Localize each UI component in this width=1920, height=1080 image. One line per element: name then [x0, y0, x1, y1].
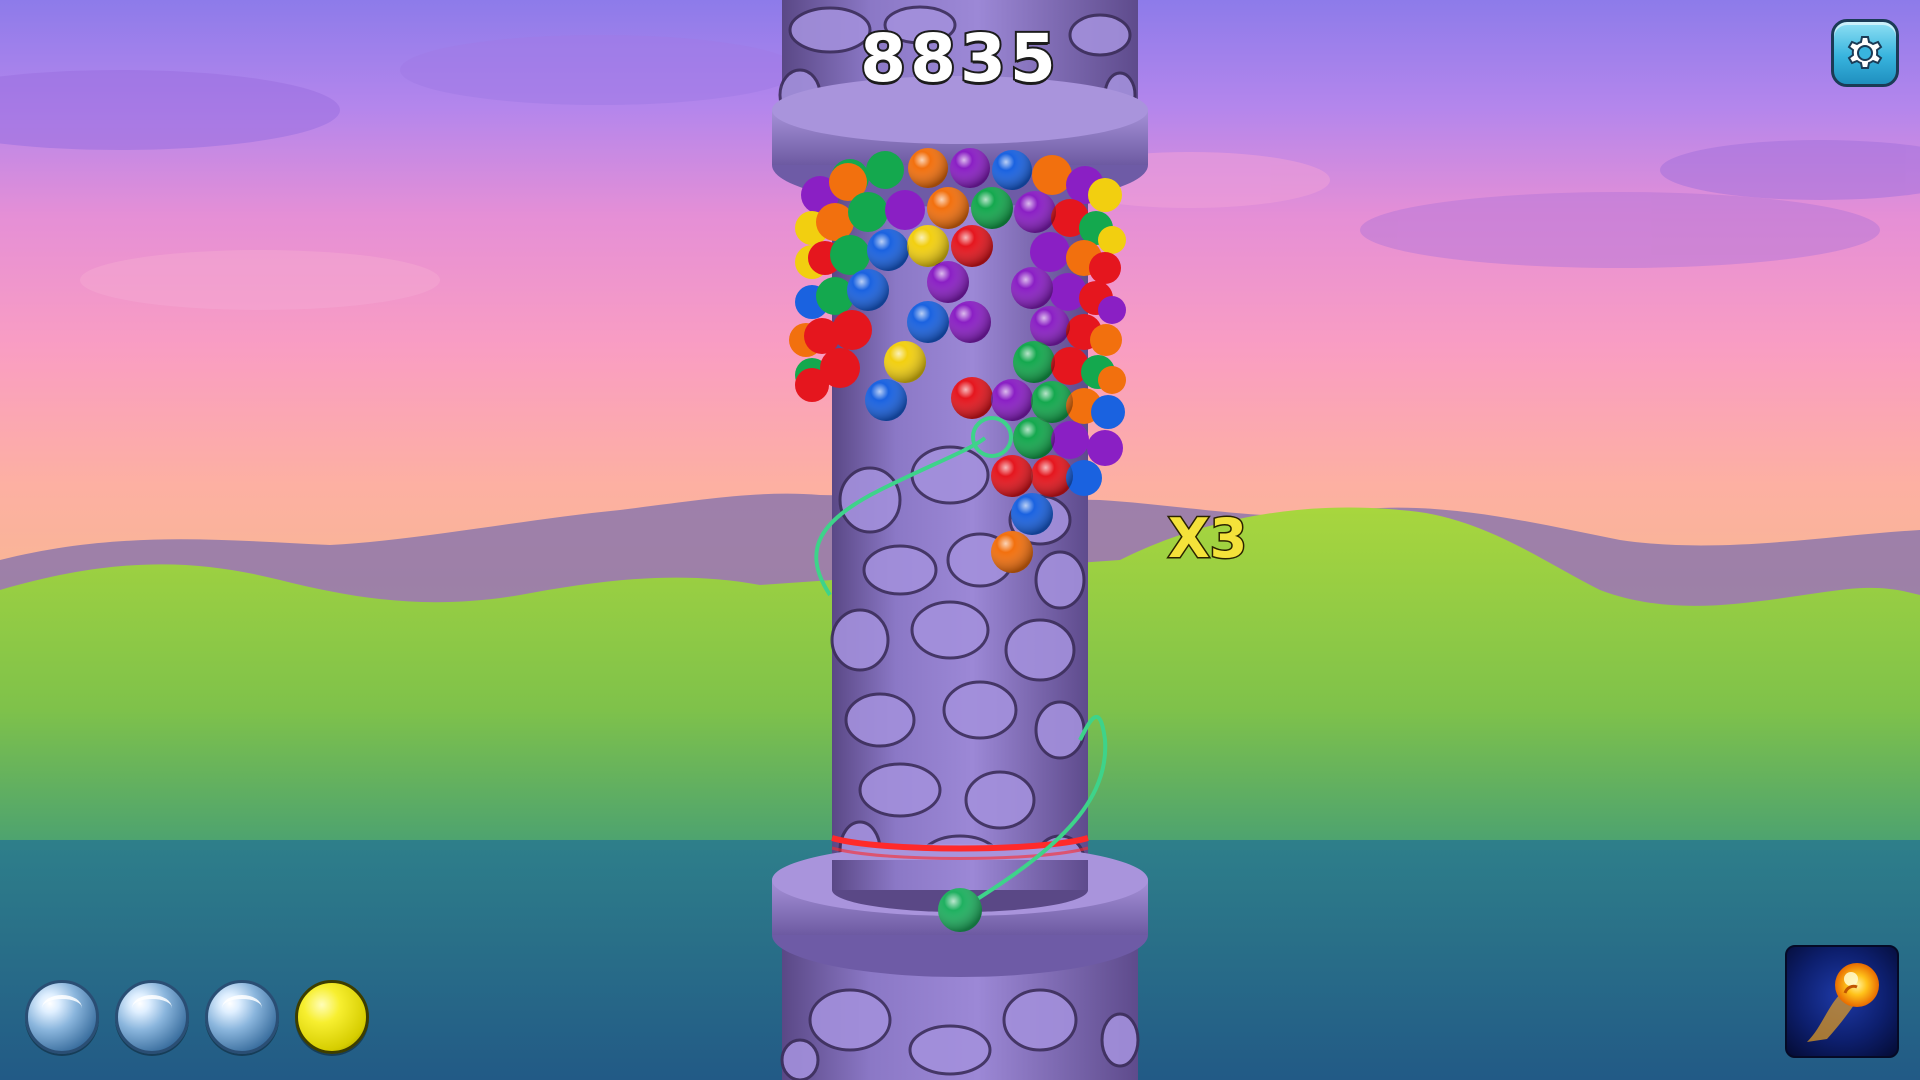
- queue-ball-empty: [25, 980, 99, 1054]
- queue-ball-empty: [115, 980, 189, 1054]
- settings-button[interactable]: [1831, 19, 1899, 87]
- queue-ball-empty: [205, 980, 279, 1054]
- game-world: [0, 0, 1920, 1080]
- fireball-icon: [1807, 963, 1879, 1042]
- fireball-powerup-button[interactable]: [1785, 945, 1899, 1058]
- current-ball: [938, 888, 982, 932]
- combo-multiplier: X3: [1167, 506, 1249, 572]
- game-scene[interactable]: 8835 X3: [0, 0, 1920, 1080]
- gear-icon: [1847, 36, 1883, 69]
- queue-ball-yellow: [295, 980, 369, 1054]
- score-counter: 8835: [858, 18, 1060, 99]
